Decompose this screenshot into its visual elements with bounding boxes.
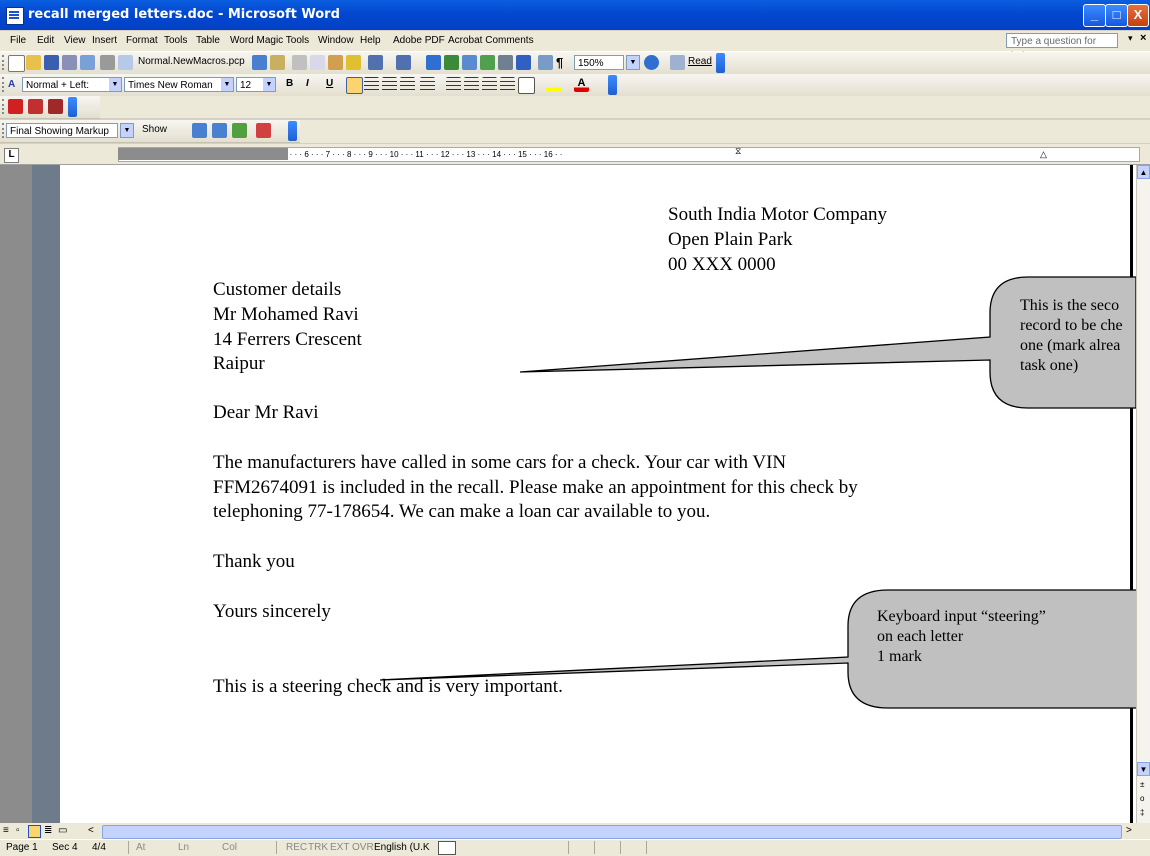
print-layout-view-icon[interactable] (28, 825, 41, 838)
status-column: Col (222, 842, 238, 853)
status-line: Ln (178, 842, 190, 853)
status-separator (128, 841, 129, 854)
callout-one-line-2: record to be che (1020, 317, 1123, 334)
callout-one-line-1: This is the seco (1020, 297, 1120, 314)
callout-two-line-2: on each letter (877, 628, 964, 645)
callout-two-line-3: 1 mark (877, 648, 922, 665)
status-bar: Page 1 Sec 4 4/4 At Ln Col REC TRK EXT O… (0, 839, 1150, 856)
status-separator (620, 841, 621, 854)
callout-layer (379, 276, 1150, 709)
normal-view-icon[interactable]: ≡ (3, 825, 9, 836)
status-section: Sec 4 (52, 842, 78, 853)
status-separator (594, 841, 595, 854)
status-page: Page 1 (6, 842, 38, 853)
reading-layout-view-icon[interactable]: ▭ (58, 825, 67, 836)
web-layout-view-icon[interactable]: ▫ (16, 825, 20, 836)
select-browse-object-icon[interactable]: o (1140, 794, 1144, 803)
status-trk[interactable]: TRK (308, 842, 328, 853)
status-page-count: 4/4 (92, 842, 106, 853)
outline-view-icon[interactable]: ≣ (44, 825, 52, 836)
callout-one-text: This is the seco record to be che one (m… (1000, 280, 1136, 400)
next-page-icon[interactable]: ‡ (1140, 808, 1144, 817)
horizontal-scrollbar[interactable] (102, 825, 1122, 839)
status-separator (568, 841, 569, 854)
previous-page-icon[interactable]: ± (1140, 780, 1144, 789)
scroll-up-icon[interactable]: ▲ (1137, 165, 1150, 179)
scroll-left-icon[interactable]: < (88, 825, 94, 836)
callout-two-line-1: Keyboard input “steering” (877, 608, 1046, 625)
scroll-down-icon[interactable]: ▼ (1137, 762, 1150, 776)
status-separator (646, 841, 647, 854)
status-ext[interactable]: EXT (330, 842, 349, 853)
spelling-status-icon[interactable] (438, 841, 456, 855)
scroll-right-icon[interactable]: > (1126, 825, 1132, 836)
status-separator (276, 841, 277, 854)
status-language[interactable]: English (U.K (374, 842, 430, 853)
status-rec[interactable]: REC (286, 842, 307, 853)
callout-one-line-4: task one) (1020, 357, 1079, 374)
status-ovr[interactable]: OVR (352, 842, 374, 853)
vertical-scrollbar[interactable]: ▲ ▼ ± o ‡ (1136, 165, 1150, 823)
status-at: At (136, 842, 146, 853)
callout-one-line-3: one (mark alrea (1020, 337, 1121, 354)
